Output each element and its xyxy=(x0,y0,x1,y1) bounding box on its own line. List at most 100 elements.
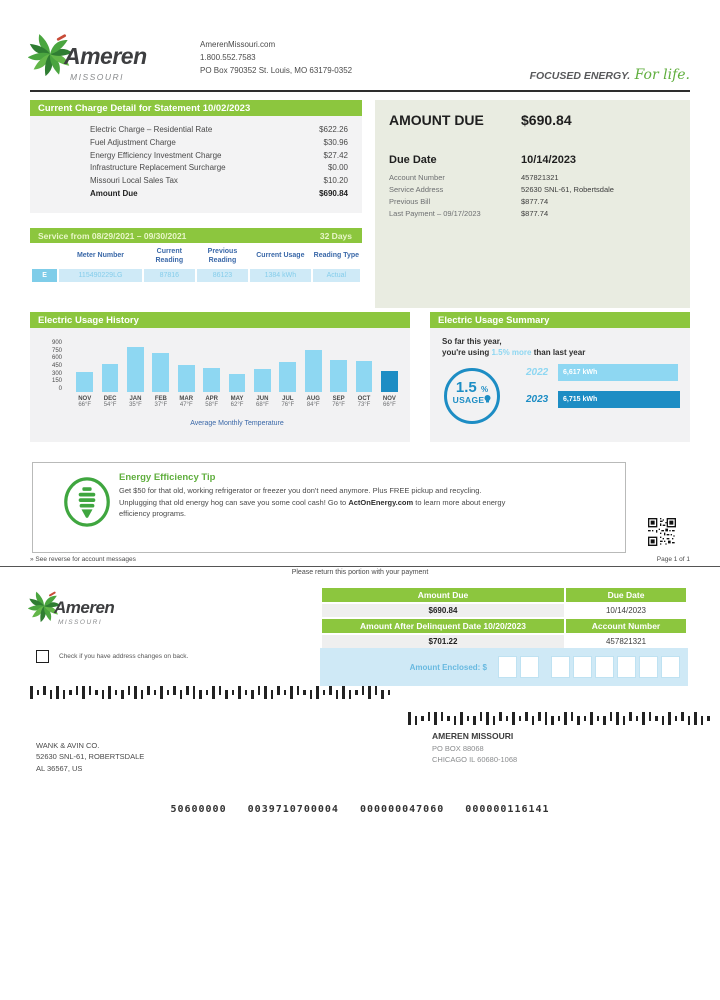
charge-label: Electric Charge – Residential Rate xyxy=(90,124,212,137)
charge-row: Infrastructure Replacement Surcharge $0.… xyxy=(90,162,348,175)
amount-enclosed-box[interactable] xyxy=(617,656,636,678)
usage-bar xyxy=(381,371,398,392)
y-tick-label: 600 xyxy=(52,355,62,361)
year-row: 2023 6,715 kWh xyxy=(526,391,680,408)
charge-label: Energy Efficiency Investment Charge xyxy=(90,150,221,163)
usage-bar xyxy=(76,372,93,392)
usage-summary-text: So far this year, you're using 1.5% more… xyxy=(442,336,585,358)
usage-bar xyxy=(229,374,246,392)
stub-delinquent-header: Amount After Delinquent Date 10/20/2023 xyxy=(322,619,564,633)
amount-enclosed-box[interactable] xyxy=(661,656,680,678)
usage-bar xyxy=(203,368,220,392)
x-tick-label: JUL76°F xyxy=(275,396,300,408)
see-reverse-note: » See reverse for account messages xyxy=(30,556,136,563)
usage-bar xyxy=(305,350,322,392)
charge-label: Missouri Local Sales Tax xyxy=(90,175,178,188)
contact-website: AmerenMissouri.com xyxy=(200,38,352,51)
stub-account-value: 457821321 xyxy=(566,635,686,648)
current-charge-detail: Current Charge Detail for Statement 10/0… xyxy=(30,100,362,213)
usage-bar xyxy=(102,364,119,392)
bar-group xyxy=(72,340,97,392)
header-divider xyxy=(30,90,690,92)
usage-bar xyxy=(356,361,373,392)
charge-value: $27.42 xyxy=(324,150,348,163)
x-tick-label: SEP76°F xyxy=(326,396,351,408)
x-tick-label: DEC54°F xyxy=(97,396,122,408)
chart-x-axis: NOV66°FDEC54°FJAN35°FFEB37°FMAR47°FAPR58… xyxy=(72,396,402,408)
due-date-label: Due Date xyxy=(389,154,521,166)
qr-code xyxy=(648,518,676,546)
amount-enclosed-box[interactable] xyxy=(639,656,658,678)
address-change-row: Check if you have address changes on bac… xyxy=(36,650,188,663)
amount-enclosed-box[interactable] xyxy=(595,656,614,678)
act-on-energy-link[interactable]: ActOnEnergy.com xyxy=(348,498,413,507)
usage-summary-section: Electric Usage Summary So far this year,… xyxy=(430,312,690,442)
chart-y-axis: 9007506004503001500 xyxy=(40,340,62,392)
tip-body: Get $50 for that old, working refrigerat… xyxy=(119,485,519,520)
address-change-checkbox[interactable] xyxy=(36,650,49,663)
col-reading-type: Reading Type xyxy=(313,245,360,267)
stub-amount-due-header: Amount Due xyxy=(322,588,564,602)
bar-group xyxy=(174,340,199,392)
year-usage-bar: 6,617 kWh xyxy=(558,364,678,381)
remit-address: AMEREN MISSOURI PO BOX 88068 CHICAGO IL … xyxy=(432,730,517,765)
x-tick-label: AUG84°F xyxy=(301,396,326,408)
amount-enclosed-box[interactable] xyxy=(573,656,592,678)
panel-detail-row: Service Address 52630 SNL-61, Robertsdal… xyxy=(389,184,676,196)
service-data-row: E 115490229LG 87816 86123 1384 kWh Actua… xyxy=(32,269,360,282)
year-comparison-bars: 2022 6,617 kWh 2023 6,715 kWh xyxy=(526,364,680,418)
cfl-bulb-icon xyxy=(63,476,111,528)
x-tick-label: NOV66°F xyxy=(72,396,97,408)
due-date-value: 10/14/2023 xyxy=(521,154,576,166)
charge-label: Infrastructure Replacement Surcharge xyxy=(90,162,226,175)
y-tick-label: 750 xyxy=(52,348,62,354)
amount-enclosed-row: Amount Enclosed: $ xyxy=(320,648,688,686)
summary-line1: So far this year, xyxy=(442,336,585,347)
x-tick-label: OCT73°F xyxy=(351,396,376,408)
year-usage-bar: 6,715 kWh xyxy=(558,391,680,408)
bar-group xyxy=(148,340,173,392)
year-label: 2022 xyxy=(526,367,558,378)
remit-pobox: PO BOX 88068 xyxy=(432,743,517,754)
intelligent-mail-barcode xyxy=(408,712,714,725)
customer-address: WANK & AVIN CO. 52630 SNL-61, ROBERTSDAL… xyxy=(36,740,144,774)
panel-detail-row: Previous Bill $877.74 xyxy=(389,196,676,208)
col-current-usage: Current Usage xyxy=(250,245,311,267)
bill-page: Ameren MISSOURI AmerenMissouri.com 1.800… xyxy=(0,0,720,1000)
bar-group xyxy=(326,340,351,392)
charge-value: $622.26 xyxy=(319,124,348,137)
brand-region: MISSOURI xyxy=(58,619,102,626)
amount-enclosed-box[interactable] xyxy=(551,656,570,678)
tagline-script: For life. xyxy=(635,67,690,83)
bar-group xyxy=(123,340,148,392)
amount-enclosed-box[interactable] xyxy=(520,656,539,678)
reading-type: Actual xyxy=(313,269,360,282)
stub-amount-due-value: $690.84 xyxy=(322,604,564,617)
charge-row: Fuel Adjustment Charge $30.96 xyxy=(90,137,348,150)
x-tick-label: JAN35°F xyxy=(123,396,148,408)
charge-total-label: Amount Due xyxy=(90,188,138,201)
service-days: 32 Days xyxy=(320,231,352,241)
detail-value: 52630 SNL-61, Robertsdale xyxy=(521,184,614,196)
panel-detail-row: Account Number 457821321 xyxy=(389,172,676,184)
x-tick-label: MAR47°F xyxy=(174,396,199,408)
usage-history-chart: 9007506004503001500 NOV66°FDEC54°FJAN35°… xyxy=(30,328,410,442)
amount-due-row: AMOUNT DUE $690.84 xyxy=(389,112,676,128)
col-current-reading: Current Reading xyxy=(144,245,195,267)
ameren-logo: Ameren MISSOURI xyxy=(28,30,198,90)
charge-value: $30.96 xyxy=(324,137,348,150)
year-row: 2022 6,617 kWh xyxy=(526,364,680,381)
year-label: 2023 xyxy=(526,394,558,405)
charge-value: $10.20 xyxy=(324,175,348,188)
customer-name: WANK & AVIN CO. xyxy=(36,740,144,751)
col-meter-number: Meter Number xyxy=(59,245,142,267)
usage-summary-body: So far this year, you're using 1.5% more… xyxy=(430,328,690,442)
brand-region: MISSOURI xyxy=(70,72,124,82)
service-title: Service from 08/29/2021 – 09/30/2021 xyxy=(38,231,186,241)
charge-row: Missouri Local Sales Tax $10.20 xyxy=(90,175,348,188)
charge-row: Electric Charge – Residential Rate $622.… xyxy=(90,124,348,137)
address-change-label: Check if you have address changes on bac… xyxy=(59,653,188,660)
amount-enclosed-box[interactable] xyxy=(498,656,517,678)
return-portion-note: Please return this portion with your pay… xyxy=(0,569,720,576)
bar-group xyxy=(275,340,300,392)
